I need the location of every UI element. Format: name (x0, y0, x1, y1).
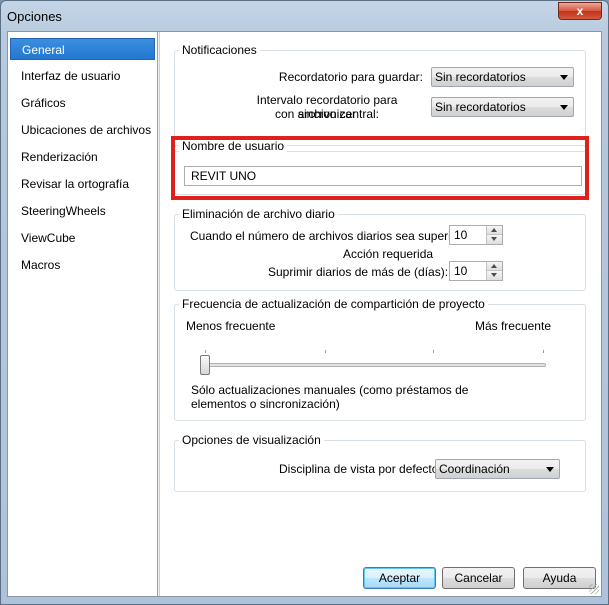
slider-tick (205, 350, 206, 353)
sidebar-item-renderizacion[interactable]: Renderización (10, 146, 155, 168)
chevron-down-icon (560, 105, 568, 110)
less-frequent-label: Menos frecuente (186, 319, 276, 333)
general-settings-panel: Notificaciones Recordatorio para guardar… (159, 32, 601, 596)
sidebar-item-interfaz[interactable]: Interfaz de usuario (10, 65, 155, 87)
sync-reminder-dropdown[interactable]: Sin recordatorios (431, 97, 574, 117)
accept-button[interactable]: Aceptar (363, 567, 436, 589)
cancel-button[interactable]: Cancelar (442, 567, 515, 589)
journal-count-value: 10 (454, 228, 468, 242)
close-button[interactable]: x (558, 2, 602, 20)
frecuencia-group: Frecuencia de actualización de compartic… (174, 297, 586, 421)
discipline-value: Coordinación (439, 462, 510, 476)
journal-days-label: Suprimir diarios de más de (días): (268, 265, 449, 279)
window-title: Opciones (7, 9, 62, 24)
action-required-label: Acción requerida (343, 247, 434, 261)
discipline-label: Disciplina de vista por defecto: (279, 462, 442, 476)
eliminacion-group: Eliminación de archivo diario Cuando el … (174, 207, 586, 291)
options-dialog: Opciones x General Interfaz de usuario G… (0, 0, 609, 605)
chevron-down-icon (546, 467, 554, 472)
frequency-slider-track[interactable] (202, 363, 546, 367)
frequency-slider-thumb[interactable] (200, 355, 210, 375)
stepper-buttons (486, 262, 502, 280)
more-frequent-label: Más frecuente (474, 319, 551, 333)
save-reminder-label: Recordatorio para guardar: (278, 70, 423, 84)
slider-tick (543, 350, 544, 353)
journal-days-value: 10 (454, 264, 468, 278)
arrow-up-icon[interactable] (486, 226, 502, 235)
visualizacion-title: Opciones de visualización (179, 433, 324, 447)
arrow-down-icon[interactable] (486, 235, 502, 244)
stepper-buttons (486, 226, 502, 244)
sidebar-item-graficos[interactable]: Gráficos (10, 92, 155, 114)
slider-tick (325, 350, 326, 353)
title-bar[interactable]: Opciones x (1, 1, 608, 31)
arrow-down-icon[interactable] (486, 271, 502, 280)
notificaciones-title: Notificaciones (179, 43, 260, 57)
journal-count-stepper[interactable]: 10 (449, 225, 503, 245)
discipline-dropdown[interactable]: Coordinación (435, 459, 560, 479)
help-button[interactable]: Ayuda (523, 567, 596, 589)
arrow-up-icon[interactable] (486, 262, 502, 271)
sidebar-item-steeringwheels[interactable]: SteeringWheels (10, 200, 155, 222)
sync-reminder-label-line2: con archivo central: (274, 107, 380, 121)
frequency-description: Sólo actualizaciones manuales (como prés… (191, 383, 469, 411)
category-list: General Interfaz de usuario Gráficos Ubi… (8, 32, 158, 596)
save-reminder-value: Sin recordatorios (435, 70, 526, 84)
sidebar-item-ubicaciones[interactable]: Ubicaciones de archivos (10, 119, 155, 141)
sidebar-item-macros[interactable]: Macros (10, 254, 155, 276)
highlight-box (171, 136, 589, 200)
sidebar-item-viewcube[interactable]: ViewCube (10, 227, 155, 249)
dialog-body: General Interfaz de usuario Gráficos Ubi… (7, 31, 602, 597)
journal-days-stepper[interactable]: 10 (449, 261, 503, 281)
resize-grip-icon[interactable] (589, 584, 599, 594)
sync-reminder-value: Sin recordatorios (435, 100, 526, 114)
sidebar-item-general[interactable]: General (10, 38, 155, 60)
eliminacion-title: Eliminación de archivo diario (179, 207, 338, 221)
journal-count-label: Cuando el número de archivos diarios sea… (190, 229, 475, 243)
frecuencia-title: Frecuencia de actualización de compartic… (179, 297, 488, 311)
slider-tick (433, 350, 434, 353)
save-reminder-dropdown[interactable]: Sin recordatorios (431, 67, 574, 87)
sidebar-item-ortografia[interactable]: Revisar la ortografía (10, 173, 155, 195)
chevron-down-icon (560, 75, 568, 80)
visualizacion-group: Opciones de visualización Disciplina de … (174, 433, 586, 492)
